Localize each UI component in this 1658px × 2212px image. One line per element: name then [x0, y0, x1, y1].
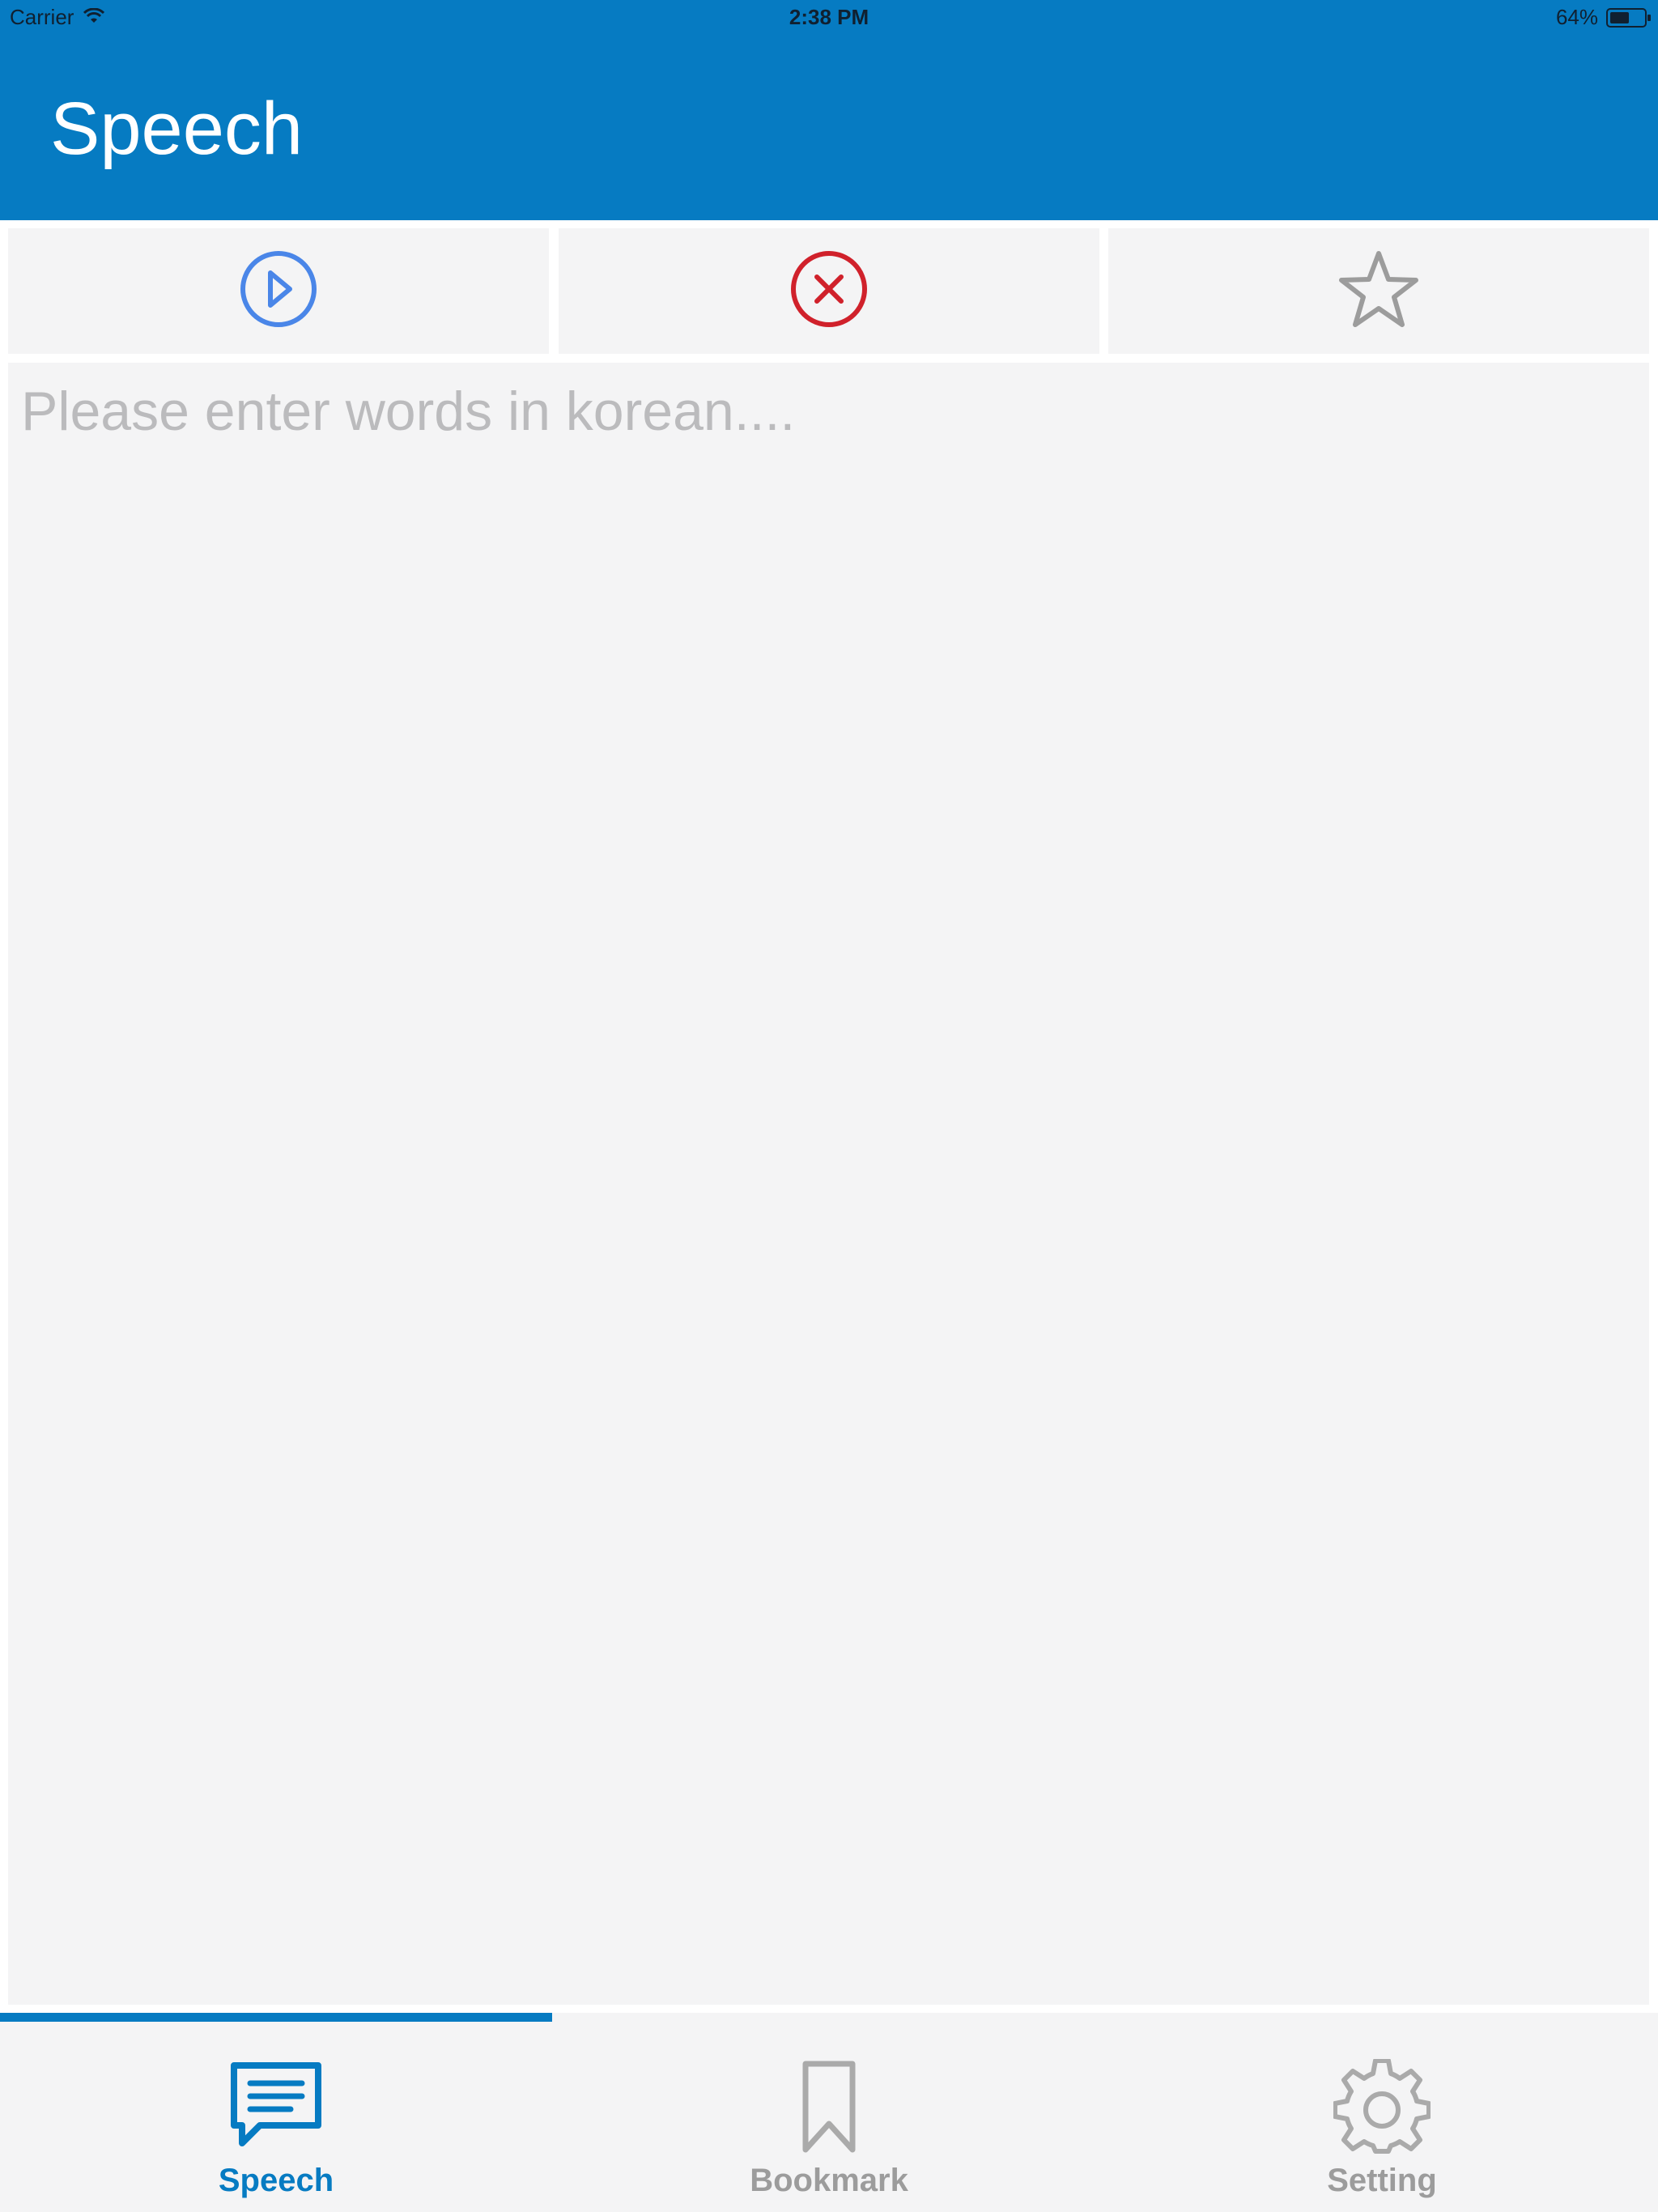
- status-right: 64%: [1555, 5, 1651, 30]
- tab-bar: Speech Bookmark Setting: [0, 2022, 1658, 2212]
- tab-bookmark-label: Bookmark: [750, 2163, 908, 2198]
- add-bookmark-button[interactable]: [1108, 228, 1649, 354]
- tab-setting-label: Setting: [1327, 2163, 1437, 2198]
- gear-icon: [1329, 2059, 1435, 2164]
- tab-bookmark[interactable]: Bookmark: [553, 2022, 1105, 2212]
- tab-setting[interactable]: Setting: [1106, 2022, 1658, 2212]
- status-time: 2:38 PM: [789, 5, 869, 29]
- tab-speech-label: Speech: [218, 2163, 334, 2198]
- battery-fill: [1610, 11, 1630, 23]
- korean-text-input[interactable]: [8, 363, 1649, 2005]
- battery-percent: 64%: [1555, 5, 1598, 29]
- tab-indicator-track: [0, 2013, 1658, 2022]
- star-outline-icon: [1338, 249, 1419, 334]
- tab-active-indicator: [0, 2013, 552, 2022]
- app-header: Carrier 2:38 PM 64% Speech: [0, 0, 1658, 220]
- tab-speech[interactable]: Speech: [0, 2022, 552, 2212]
- play-circle-icon: [240, 250, 317, 332]
- action-toolbar: [0, 220, 1658, 356]
- clear-button[interactable]: [559, 228, 1099, 354]
- close-circle-icon: [790, 250, 868, 332]
- battery-icon: [1606, 7, 1651, 28]
- page-title: Speech: [50, 87, 304, 170]
- play-button[interactable]: [8, 228, 549, 354]
- bookmark-icon: [776, 2059, 882, 2164]
- chat-bubble-icon: [223, 2059, 329, 2164]
- status-bar: Carrier 2:38 PM 64%: [0, 0, 1658, 32]
